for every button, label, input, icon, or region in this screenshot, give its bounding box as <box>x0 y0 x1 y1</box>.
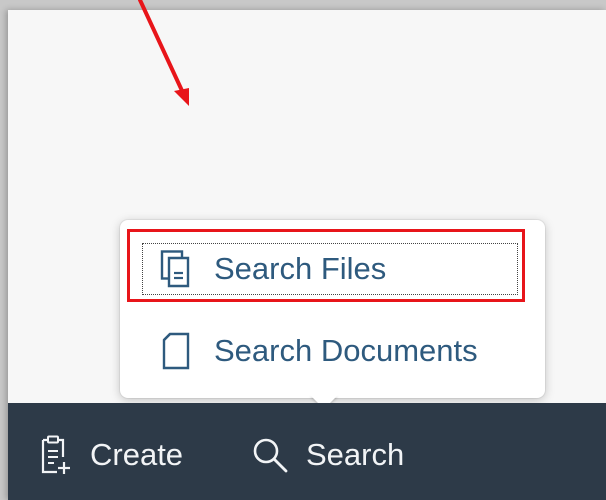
search-button[interactable]: Search <box>250 430 404 480</box>
clipboard-add-icon <box>34 435 74 475</box>
create-label: Create <box>90 437 184 472</box>
search-files-label: Search Files <box>214 251 387 286</box>
files-icon <box>156 249 196 289</box>
document-icon <box>156 331 196 371</box>
search-label: Search <box>306 437 405 472</box>
search-documents-label: Search Documents <box>214 333 478 368</box>
create-button[interactable]: Create <box>34 430 183 480</box>
search-documents-menu-item[interactable]: Search Documents <box>140 323 520 379</box>
search-files-menu-item[interactable]: Search Files <box>140 241 520 297</box>
search-icon <box>250 435 290 475</box>
